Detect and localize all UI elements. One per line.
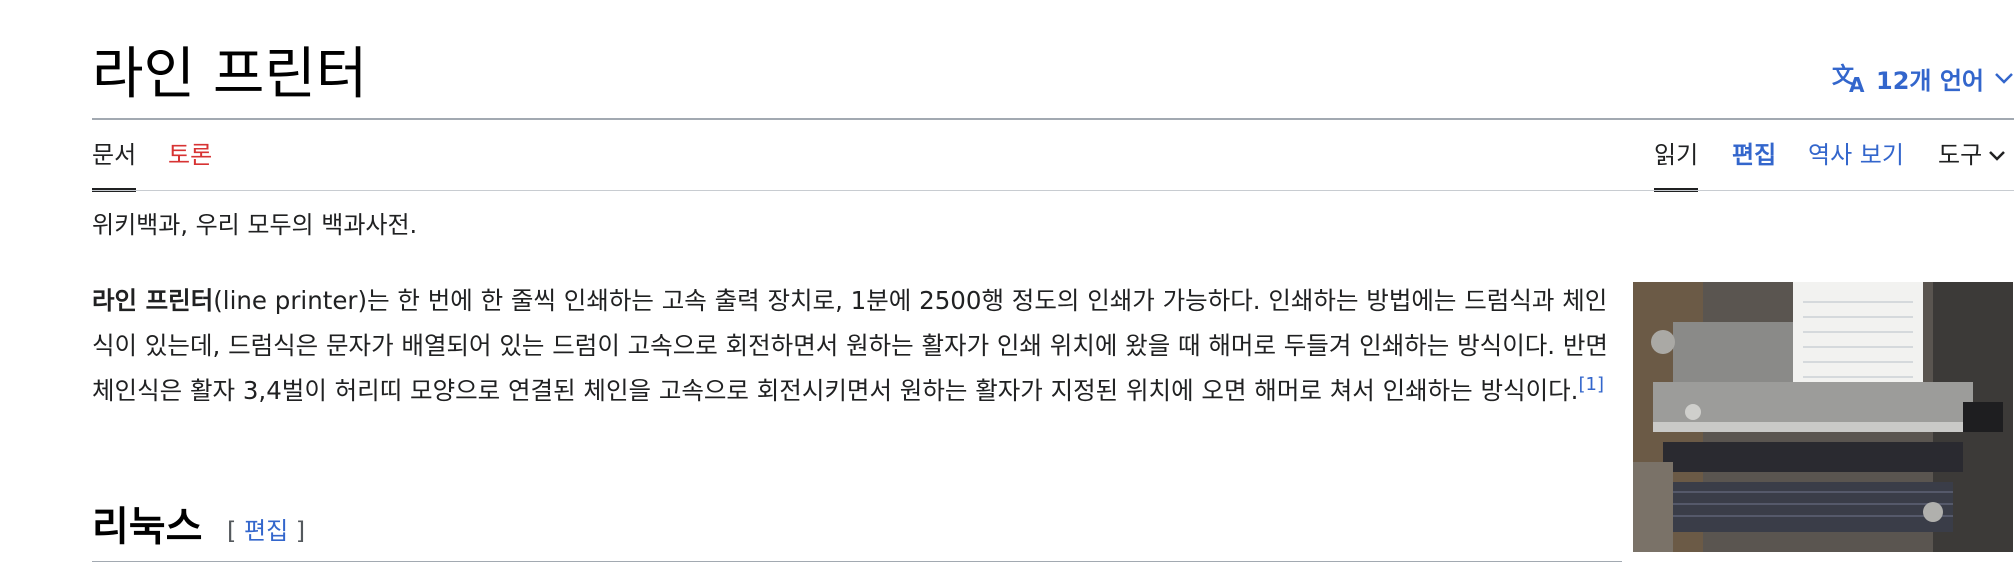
tab-talk[interactable]: 토론 bbox=[168, 138, 212, 192]
section-title: 리눅스 bbox=[92, 503, 203, 550]
edit-bracket-open: [ bbox=[227, 517, 244, 545]
site-tagline: 위키백과, 우리 모두의 백과사전. bbox=[92, 211, 418, 239]
tab-history[interactable]: 역사 보기 bbox=[1808, 138, 1904, 192]
section-edit-link[interactable]: 편집 bbox=[244, 517, 288, 545]
language-count-label: 12개 언어 bbox=[1876, 66, 1984, 95]
section-edit-control: [ 편집 ] bbox=[227, 514, 305, 548]
lead-term: 라인 프린터 bbox=[92, 286, 214, 315]
tools-label: 도구 bbox=[1938, 141, 1983, 169]
chevron-down-icon bbox=[1994, 71, 2014, 85]
svg-text:A: A bbox=[1849, 73, 1865, 93]
line-printer-photo bbox=[1633, 282, 2013, 552]
page-title: 라인 프린터 bbox=[92, 42, 368, 107]
chevron-down-icon bbox=[1988, 138, 2006, 192]
reference-link[interactable]: [1] bbox=[1578, 374, 1604, 395]
translate-icon: 文 A bbox=[1832, 63, 1866, 93]
reference-marker: [1] bbox=[1578, 374, 1604, 395]
tab-tools[interactable]: 도구 bbox=[1938, 138, 2006, 192]
title-row: 라인 프린터 文 A 12개 언어 bbox=[92, 30, 2014, 118]
section-divider bbox=[92, 561, 1622, 562]
lead-text: (line printer)는 한 번에 한 줄씩 인쇄하는 고속 출력 장치로… bbox=[92, 286, 1608, 405]
language-selector-button[interactable]: 文 A 12개 언어 bbox=[1832, 58, 2014, 98]
lead-paragraph: 라인 프린터(line printer)는 한 번에 한 줄씩 인쇄하는 고속 … bbox=[92, 278, 1622, 413]
title-divider bbox=[92, 118, 2014, 120]
tab-article[interactable]: 문서 bbox=[92, 138, 137, 192]
line-printer-image[interactable] bbox=[1633, 282, 2013, 552]
tabs-divider bbox=[92, 190, 2014, 191]
tab-read[interactable]: 읽기 bbox=[1654, 138, 1699, 192]
tab-edit[interactable]: 편집 bbox=[1732, 138, 1776, 192]
section-heading-linux: 리눅스 [ 편집 ] bbox=[92, 500, 1622, 562]
edit-bracket-close: ] bbox=[288, 517, 306, 545]
article-content: 라인 프린터 文 A 12개 언어 문서 토론 읽기 편집 역사 보기 도구 위… bbox=[92, 0, 2014, 574]
page-tabs: 문서 토론 읽기 편집 역사 보기 도구 bbox=[92, 122, 2014, 192]
